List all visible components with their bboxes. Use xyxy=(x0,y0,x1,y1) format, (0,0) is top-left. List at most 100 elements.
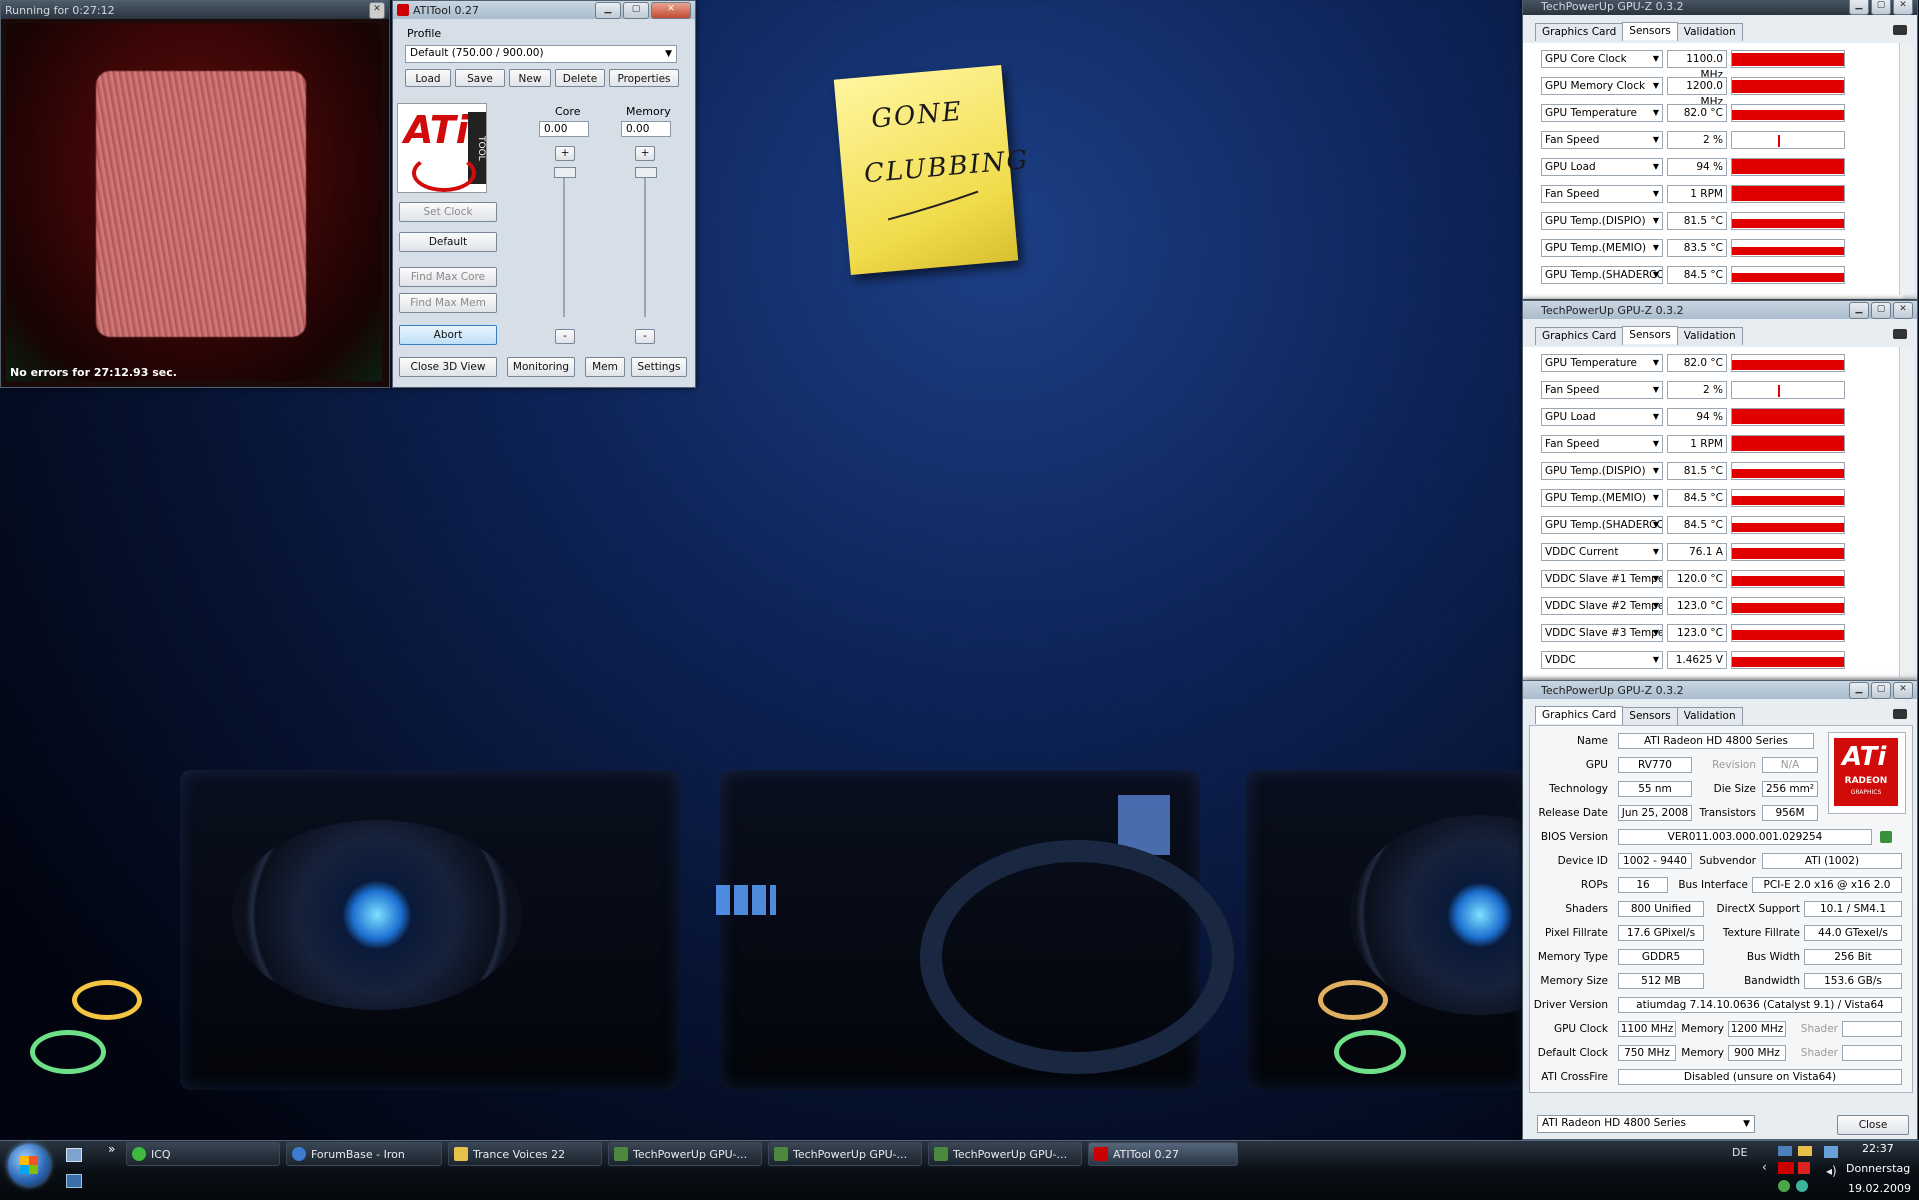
show-desktop-icon[interactable] xyxy=(66,1148,82,1162)
taskbar-item-atitool[interactable]: ATITool 0.27 xyxy=(1088,1142,1238,1166)
delete-button[interactable]: Delete xyxy=(555,69,605,87)
quicklaunch-overflow[interactable]: » xyxy=(108,1142,115,1156)
tab-graphics-card[interactable]: Graphics Card xyxy=(1535,706,1624,724)
sensor-name-select[interactable]: GPU Temp.(SHADERCORE)▼ xyxy=(1541,266,1663,284)
tab-sensors[interactable]: Sensors xyxy=(1622,707,1678,725)
abort-button[interactable]: Abort xyxy=(399,325,497,345)
memory-input[interactable]: 0.00 xyxy=(621,121,671,137)
sensor-name-select[interactable]: Fan Speed ▼ xyxy=(1541,131,1663,149)
sensor-name-select[interactable]: GPU Temp.(DISPIO) ▼ xyxy=(1541,462,1663,480)
sensor-name-select[interactable]: GPU Temp.(SHADERCORE)▼ xyxy=(1541,516,1663,534)
gpuz3-titlebar[interactable]: TechPowerUp GPU-Z 0.3.2 ▁ ▢ ✕ xyxy=(1523,681,1917,699)
close-icon[interactable]: ✕ xyxy=(1893,682,1913,699)
sensor-name-select[interactable]: GPU Load ▼ xyxy=(1541,158,1663,176)
close-3d-view-button[interactable]: Close 3D View xyxy=(399,357,497,377)
sensor-name-select[interactable]: GPU Temp.(DISPIO) ▼ xyxy=(1541,212,1663,230)
render-titlebar[interactable]: Running for 0:27:12 ✕ xyxy=(1,1,389,19)
core-minus-button[interactable]: - xyxy=(555,329,575,344)
clock-time[interactable]: 22:37 xyxy=(1862,1142,1894,1155)
minimize-icon[interactable]: ▁ xyxy=(1849,682,1869,699)
mem-button[interactable]: Mem xyxy=(585,357,625,377)
sensor-name-select[interactable]: GPU Memory Clock ▼ xyxy=(1541,77,1663,95)
sensor-name-select[interactable]: GPU Temp.(MEMIO) ▼ xyxy=(1541,489,1663,507)
taskbar-item-gpuz-1[interactable]: TechPowerUp GPU-... xyxy=(608,1142,762,1166)
memory-slider[interactable] xyxy=(635,167,657,317)
clock-date[interactable]: 19.02.2009 xyxy=(1848,1182,1911,1195)
load-button[interactable]: Load xyxy=(405,69,451,87)
new-button[interactable]: New xyxy=(509,69,551,87)
profile-select[interactable]: Default (750.00 / 900.00) ▼ xyxy=(405,45,677,63)
sensor-name-select[interactable]: GPU Temp.(MEMIO) ▼ xyxy=(1541,239,1663,257)
tab-sensors[interactable]: Sensors xyxy=(1622,22,1678,40)
memory-minus-button[interactable]: - xyxy=(635,329,655,344)
minimize-icon[interactable]: ▁ xyxy=(1849,302,1869,319)
gpuz2-scrollbar[interactable] xyxy=(1899,347,1914,677)
taskbar-item-trance-voices[interactable]: Trance Voices 22 xyxy=(448,1142,602,1166)
sensor-name-select[interactable]: Fan Speed ▼ xyxy=(1541,435,1663,453)
set-clock-button[interactable]: Set Clock xyxy=(399,202,497,222)
memory-slider-thumb[interactable] xyxy=(635,167,657,178)
default-button[interactable]: Default xyxy=(399,232,497,252)
close-icon[interactable]: ✕ xyxy=(1893,0,1913,15)
close-icon[interactable]: ✕ xyxy=(1893,302,1913,319)
gpuz1-scrollbar[interactable] xyxy=(1899,43,1914,295)
tray-status-icon[interactable] xyxy=(1796,1180,1808,1192)
taskbar-item-gpuz-2[interactable]: TechPowerUp GPU-... xyxy=(768,1142,922,1166)
card-select[interactable]: ATI Radeon HD 4800 Series ▼ xyxy=(1537,1115,1755,1133)
sensor-name-select[interactable]: Fan Speed ▼ xyxy=(1541,185,1663,203)
tab-validation[interactable]: Validation xyxy=(1676,327,1743,345)
sensor-name-select[interactable]: VDDC Slave #1 Temperature▼ xyxy=(1541,570,1663,588)
gpuz2-titlebar[interactable]: TechPowerUp GPU-Z 0.3.2 ▁ ▢ ✕ xyxy=(1523,301,1917,319)
sensor-name-select[interactable]: Fan Speed ▼ xyxy=(1541,381,1663,399)
taskbar-item-forumbase[interactable]: ForumBase - Iron xyxy=(286,1142,442,1166)
tab-graphics-card[interactable]: Graphics Card xyxy=(1535,23,1624,41)
tab-validation[interactable]: Validation xyxy=(1676,23,1743,41)
core-slider[interactable] xyxy=(554,167,576,317)
close-button[interactable]: Close xyxy=(1837,1115,1909,1135)
start-button[interactable] xyxy=(8,1144,50,1186)
tray-user-icon[interactable] xyxy=(1778,1180,1790,1192)
tray-monitor-icon[interactable] xyxy=(1778,1146,1792,1156)
clock-day[interactable]: Donnerstag xyxy=(1846,1162,1910,1175)
atitool-titlebar[interactable]: ATITool 0.27 ▁ ▢ ✕ xyxy=(393,1,695,19)
memory-plus-button[interactable]: + xyxy=(635,146,655,161)
maximize-icon[interactable]: ▢ xyxy=(623,2,649,19)
camera-icon[interactable] xyxy=(1893,329,1907,339)
maximize-icon[interactable]: ▢ xyxy=(1871,302,1891,319)
core-input[interactable]: 0.00 xyxy=(539,121,589,137)
sensor-name-select[interactable]: GPU Core Clock ▼ xyxy=(1541,50,1663,68)
tray-folder-icon[interactable] xyxy=(1798,1146,1812,1156)
bios-save-icon[interactable] xyxy=(1880,831,1892,843)
save-button[interactable]: Save xyxy=(455,69,505,87)
taskbar-item-gpuz-3[interactable]: TechPowerUp GPU-... xyxy=(928,1142,1082,1166)
volume-icon[interactable]: ◂) xyxy=(1826,1164,1837,1178)
sensor-name-select[interactable]: GPU Temperature ▼ xyxy=(1541,104,1663,122)
find-max-mem-button[interactable]: Find Max Mem xyxy=(399,293,497,313)
tab-validation[interactable]: Validation xyxy=(1676,707,1743,725)
sensor-name-select[interactable]: VDDC Current ▼ xyxy=(1541,543,1663,561)
sensor-name-select[interactable]: VDDC Slave #2 Temperature▼ xyxy=(1541,597,1663,615)
sensor-name-select[interactable]: VDDC Slave #3 Temperature▼ xyxy=(1541,624,1663,642)
maximize-icon[interactable]: ▢ xyxy=(1871,0,1891,15)
language-indicator[interactable]: DE xyxy=(1732,1146,1747,1159)
close-icon[interactable]: ✕ xyxy=(651,2,691,19)
core-slider-thumb[interactable] xyxy=(554,167,576,178)
find-max-core-button[interactable]: Find Max Core xyxy=(399,267,497,287)
minimize-icon[interactable]: ▁ xyxy=(1849,0,1869,15)
tray-close-badge-icon[interactable] xyxy=(1798,1162,1810,1174)
tray-ati-icon[interactable] xyxy=(1778,1162,1794,1174)
taskbar-item-icq[interactable]: ICQ xyxy=(126,1142,280,1166)
monitoring-button[interactable]: Monitoring xyxy=(507,357,575,377)
properties-button[interactable]: Properties xyxy=(609,69,679,87)
camera-icon[interactable] xyxy=(1893,25,1907,35)
settings-button[interactable]: Settings xyxy=(631,357,687,377)
tray-network-icon[interactable] xyxy=(1824,1146,1838,1158)
core-plus-button[interactable]: + xyxy=(555,146,575,161)
minimize-icon[interactable]: ▁ xyxy=(595,2,621,19)
sensor-name-select[interactable]: GPU Load ▼ xyxy=(1541,408,1663,426)
sensor-name-select[interactable]: VDDC ▼ xyxy=(1541,651,1663,669)
switch-windows-icon[interactable] xyxy=(66,1174,82,1188)
camera-icon[interactable] xyxy=(1893,709,1907,719)
tab-sensors[interactable]: Sensors xyxy=(1622,326,1678,344)
close-icon[interactable]: ✕ xyxy=(369,2,385,19)
